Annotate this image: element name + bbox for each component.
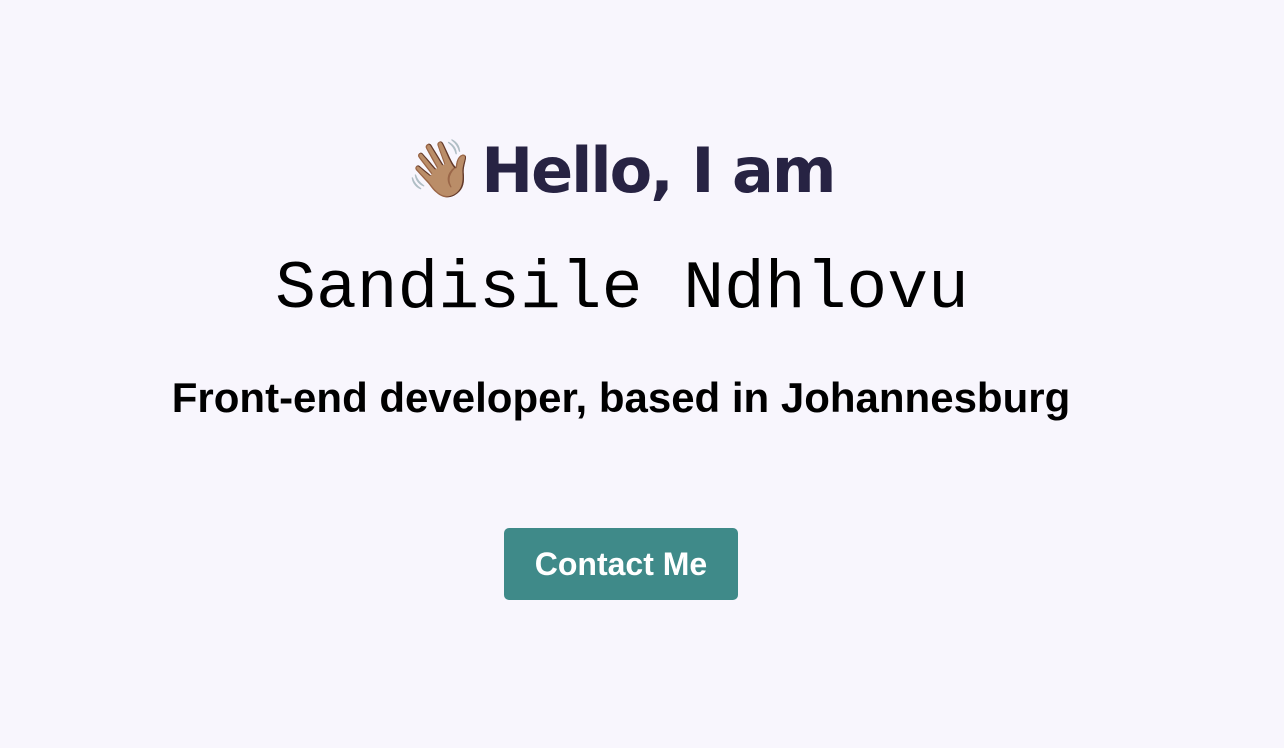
contact-me-button[interactable]: Contact Me (504, 528, 738, 600)
tagline: Front-end developer, based in Johannesbu… (171, 374, 1071, 421)
greeting-heading: 👋🏽Hello, I am (0, 128, 1240, 213)
waving-hand-icon: 👋🏽 (405, 137, 476, 202)
greeting-text: Hello, I am (481, 134, 836, 207)
developer-name: Sandisile Ndhlovu (275, 251, 969, 328)
hero-section: 👋🏽Hello, I am Sandisile Ndhlovu Front-en… (0, 0, 1284, 748)
